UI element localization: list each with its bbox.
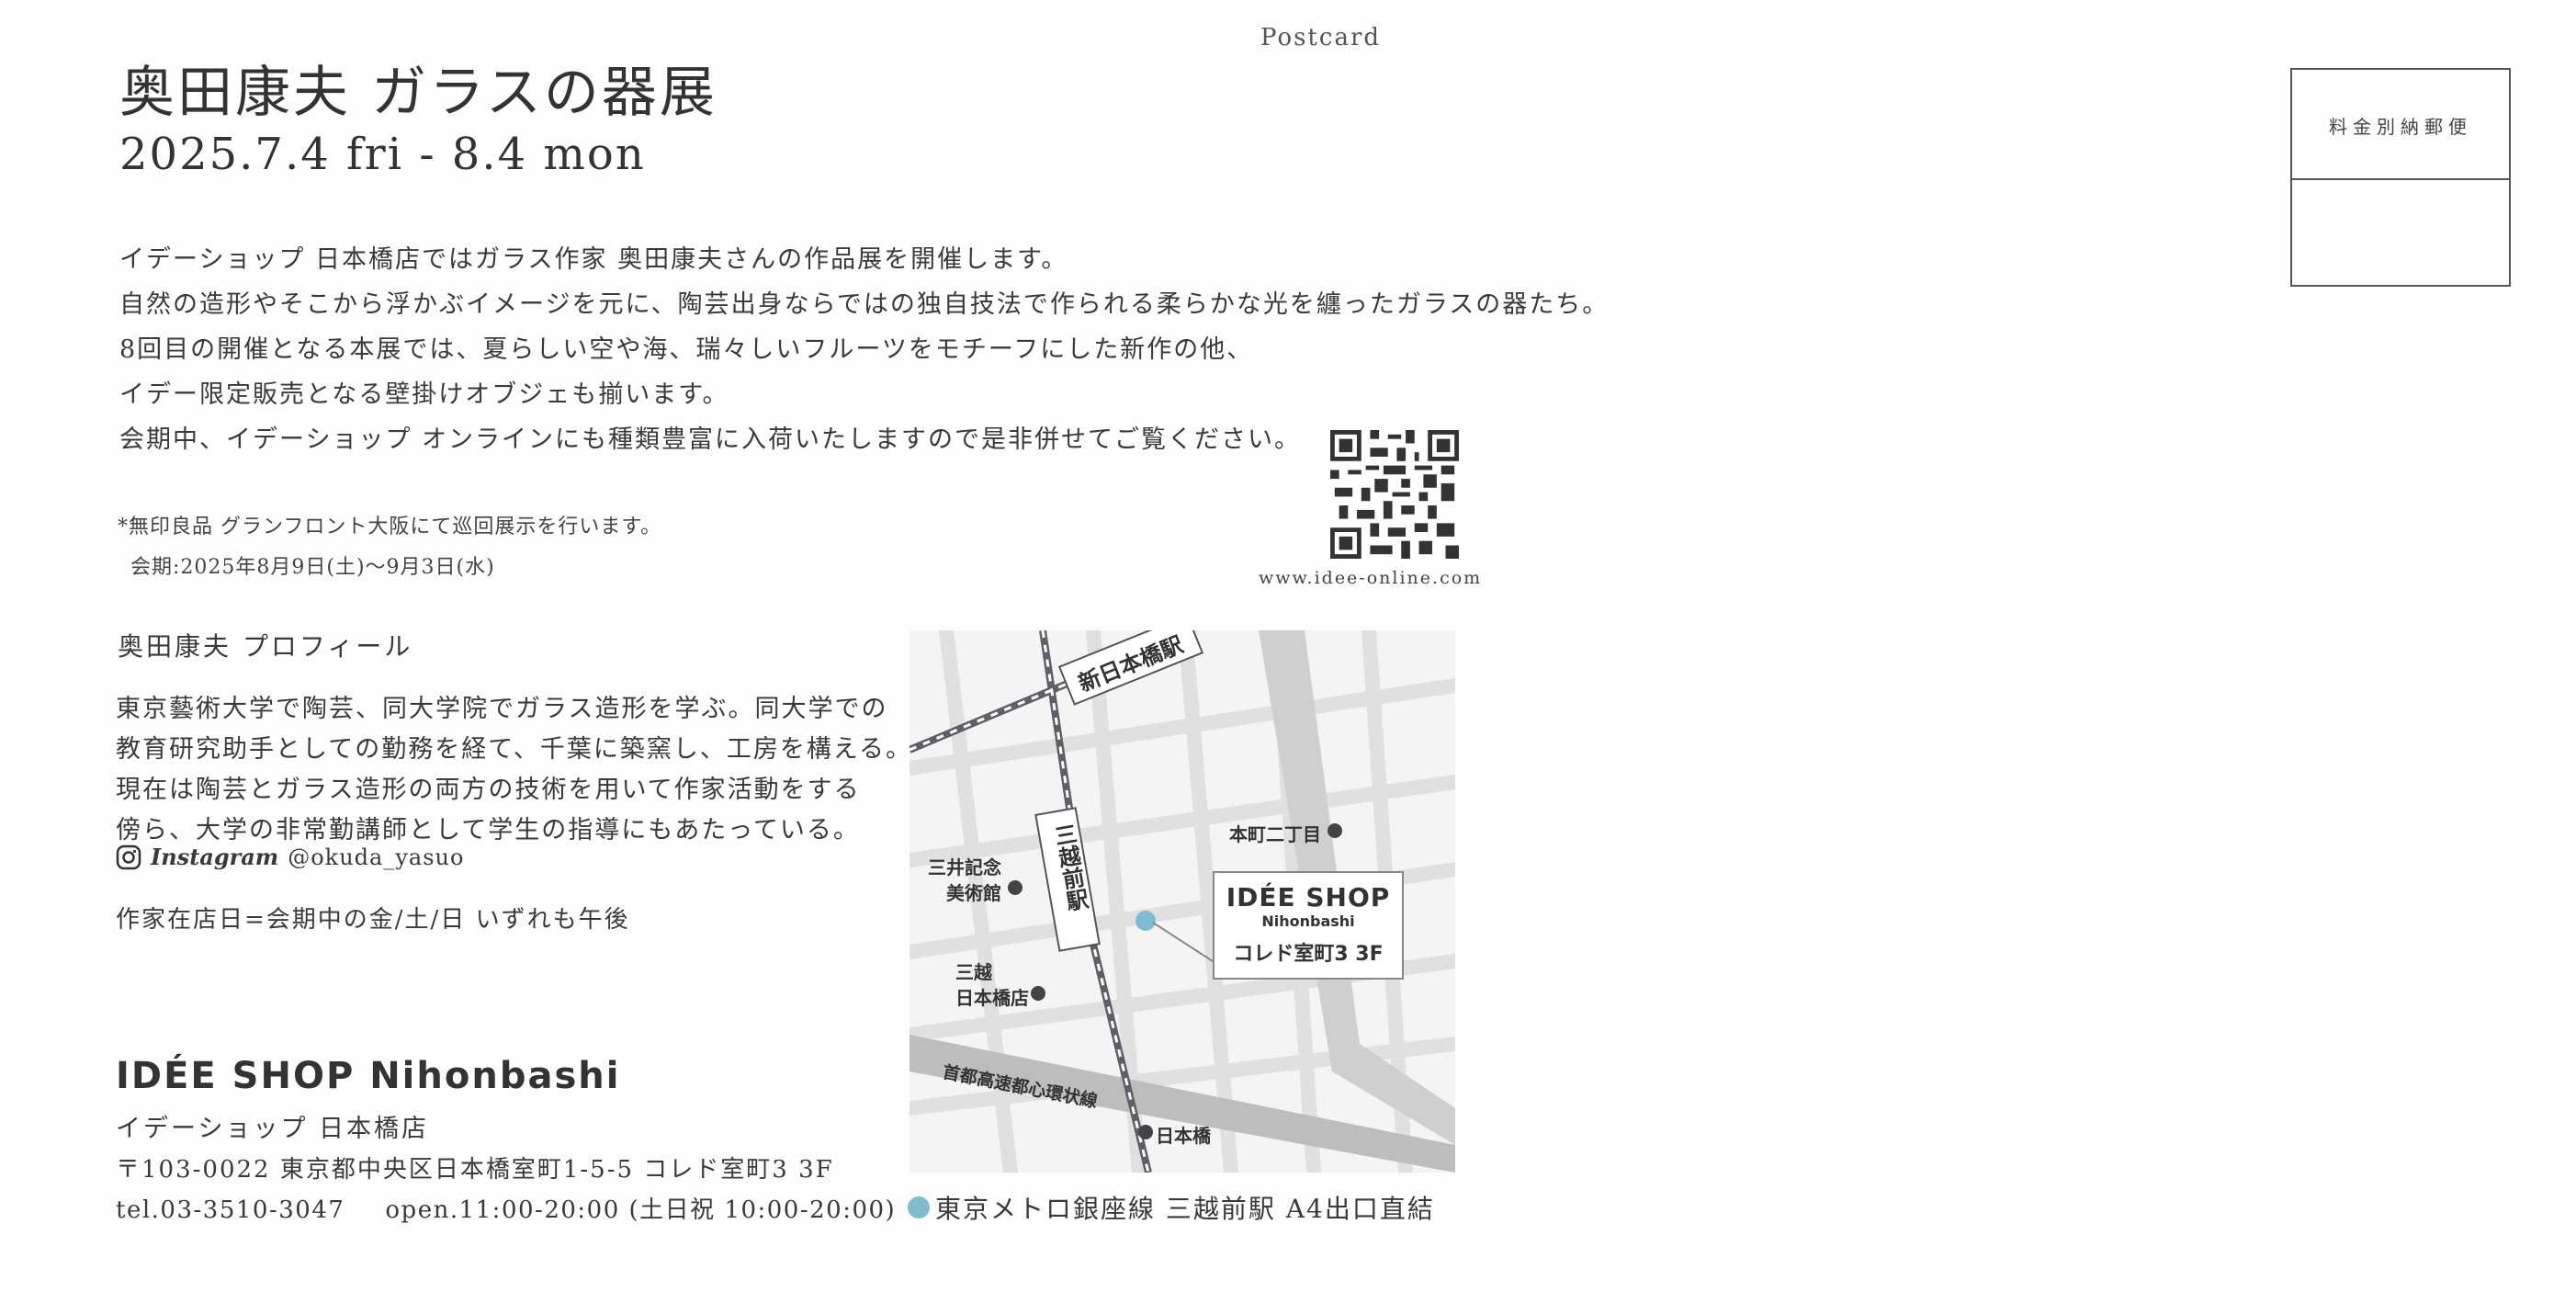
instagram-row[interactable]: Instagram @okuda_yasuo bbox=[116, 844, 464, 870]
callout-shop-name: IDÉE SHOP bbox=[1226, 882, 1391, 912]
shop-name-jp: イデーショップ 日本橋店 bbox=[116, 1115, 430, 1143]
artist-presence: 作家在店日=会期中の金/土/日 いずれも午後 bbox=[116, 906, 630, 934]
postage-paid-label: 料金別納郵便 bbox=[2329, 116, 2472, 138]
map-label-line: 三越 bbox=[955, 961, 992, 983]
map-label-honcho: 本町二丁目 bbox=[1229, 823, 1321, 845]
intro-line: イデー限定販売となる壁掛けオブジェも揃います。 bbox=[119, 380, 729, 409]
access-map: 新日本橋駅 三越前駅 本町二丁目 三井記念 美術館 三越 日本橋店 首都高速都心… bbox=[910, 630, 1455, 1173]
map-label-line: 美術館 bbox=[946, 882, 1001, 904]
callout-shop-branch: Nihonbashi bbox=[1261, 912, 1355, 930]
map-poi-dot bbox=[1031, 986, 1045, 1001]
profile-text: 東京藝術大学で陶芸、同大学院でガラス造形を学ぶ。同大学での 教育研究助手としての… bbox=[116, 689, 912, 851]
shop-address: 〒103-0022 東京都中央区日本橋室町1-5-5 コレド室町3 3F bbox=[116, 1156, 834, 1184]
map-label-line: 三井記念 bbox=[928, 856, 1001, 878]
map-label-nihonbashi-bridge: 日本橋 bbox=[1156, 1125, 1211, 1147]
map-poi-dot bbox=[1008, 880, 1022, 895]
profile-line: 現在は陶芸とガラス造形の両方の技術を用いて作家活動をする bbox=[116, 776, 861, 804]
touring-note: *無印良品 グランフロント大阪にて巡回展示を行います。 会期:2025年8月9日… bbox=[118, 507, 661, 588]
profile-line: 教育研究助手としての勤務を経て、千葉に築窯し、工房を構える。 bbox=[116, 735, 913, 764]
shop-hours: open.11:00-20:00 (土日祝 10:00-20:00) bbox=[385, 1196, 897, 1224]
intro-line: 自然の造形やそこから浮かぶイメージを元に、陶芸出身ならではの独自技法で作られる柔… bbox=[119, 290, 1610, 319]
profile-line: 東京藝術大学で陶芸、同大学院でガラス造形を学ぶ。同大学での bbox=[116, 695, 888, 723]
callout-shop-floor: コレド室町3 3F bbox=[1233, 943, 1384, 966]
map-label-line: 日本橋店 bbox=[955, 987, 1029, 1009]
shop-tel[interactable]: tel.03-3510-3047 bbox=[116, 1196, 345, 1224]
intro-text: イデーショップ 日本橋店ではガラス作家 奥田康夫さんの作品展を開催します。 自然… bbox=[119, 237, 1609, 462]
note-line: 会期:2025年8月9日(土)〜9月3日(水) bbox=[130, 556, 495, 579]
qr-code[interactable] bbox=[1330, 430, 1459, 559]
note-line: *無印良品 グランフロント大阪にて巡回展示を行います。 bbox=[118, 516, 662, 538]
access-info: 東京メトロ銀座線 三越前駅 A4出口直結 bbox=[908, 1189, 1435, 1226]
intro-line: イデーショップ 日本橋店ではガラス作家 奥田康夫さんの作品展を開催します。 bbox=[119, 245, 1068, 274]
access-text: 東京メトロ銀座線 三越前駅 A4出口直結 bbox=[935, 1194, 1435, 1224]
exhibition-dates: 2025.7.4 fri - 8.4 mon bbox=[119, 129, 646, 180]
shop-callout: IDÉE SHOP Nihonbashi コレド室町3 3F bbox=[1213, 871, 1404, 980]
postage-stamp-box: 料金別納郵便 bbox=[2290, 68, 2511, 287]
map-label-mitsui-museum: 三井記念 美術館 bbox=[928, 855, 1001, 906]
map-poi-dot bbox=[1138, 1125, 1153, 1139]
map-label-mitsukoshi: 三越 日本橋店 bbox=[955, 959, 1029, 1011]
instagram-icon bbox=[116, 844, 141, 869]
stamp-divider bbox=[2292, 178, 2509, 180]
shop-name: IDÉE SHOP Nihonbashi bbox=[116, 1055, 621, 1097]
instagram-wordmark: Instagram bbox=[151, 844, 279, 870]
shop-contact: tel.03-3510-3047 open.11:00-20:00 (土日祝 10… bbox=[116, 1191, 936, 1225]
profile-heading: 奥田康夫 プロフィール bbox=[118, 631, 413, 662]
shop-location-dot bbox=[1135, 911, 1156, 931]
instagram-handle[interactable]: @okuda_yasuo bbox=[288, 844, 464, 870]
map-poi-dot bbox=[1328, 823, 1342, 838]
exhibition-title: 奥田康夫 ガラスの器展 bbox=[119, 61, 717, 125]
intro-line: 8回目の開催となる本展では、夏らしい空や海、瑞々しいフルーツをモチーフにした新作… bbox=[119, 335, 1254, 364]
station-dot-icon bbox=[908, 1196, 930, 1218]
postcard-label: Postcard bbox=[1260, 24, 1382, 51]
qr-url[interactable]: www.idee-online.com bbox=[1259, 568, 1482, 588]
